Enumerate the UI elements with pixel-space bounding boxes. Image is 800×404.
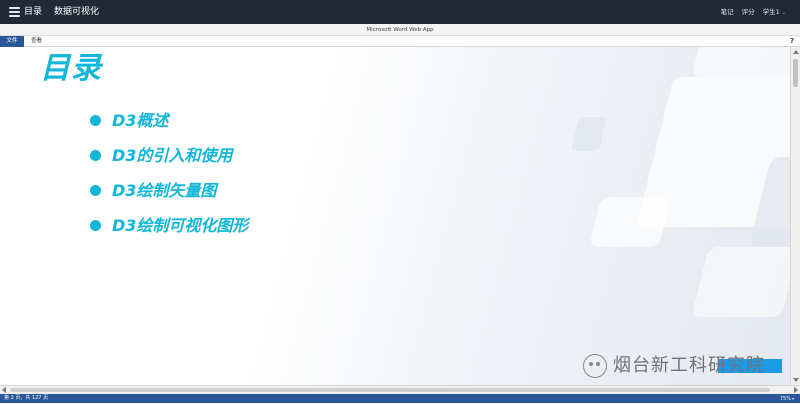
bullet-dot-icon bbox=[90, 115, 101, 126]
toc-item-label: D3绘制可视化图形 bbox=[112, 215, 249, 235]
top-navigation-bar: 目录 数据可视化 笔记 评分 学生1 ⌄ bbox=[0, 0, 800, 24]
page-indicator: 第 2 页，共 127 页 bbox=[4, 395, 49, 401]
slide-title: 目录 bbox=[40, 51, 102, 86]
top-right-nav: 笔记 评分 学生1 ⌄ bbox=[721, 5, 786, 20]
user-name: 学生1 bbox=[762, 8, 780, 16]
user-menu[interactable]: 学生1 ⌄ bbox=[763, 5, 786, 20]
tab-view[interactable]: 查看 bbox=[31, 36, 42, 47]
toc-link[interactable]: 目录 bbox=[24, 5, 42, 19]
scroll-down-icon[interactable] bbox=[793, 378, 799, 382]
slide-page: 目录 D3概述 D3的引入和使用 D3绘制矢量图 D3绘制可视化图形 烟台新工科… bbox=[0, 47, 790, 385]
bullet-dot-icon bbox=[90, 150, 101, 161]
menu-icon[interactable] bbox=[9, 7, 20, 17]
toc-item-label: D3绘制矢量图 bbox=[112, 180, 217, 200]
horizontal-scrollbar[interactable] bbox=[0, 385, 800, 394]
bullet-dot-icon bbox=[90, 185, 101, 196]
background-shape bbox=[691, 247, 790, 317]
toc-item-label: D3概述 bbox=[112, 110, 169, 130]
background-shape bbox=[691, 47, 790, 77]
help-icon[interactable]: ? bbox=[790, 36, 794, 47]
scroll-left-icon[interactable] bbox=[2, 387, 6, 393]
background-shape bbox=[588, 197, 672, 247]
chevron-down-icon: ⌄ bbox=[781, 10, 786, 16]
toc-item: D3的引入和使用 bbox=[90, 138, 248, 173]
scroll-up-icon[interactable] bbox=[793, 50, 799, 54]
scroll-thumb[interactable] bbox=[793, 59, 798, 87]
toc-item: D3绘制矢量图 bbox=[90, 173, 248, 208]
notes-link[interactable]: 笔记 bbox=[721, 5, 734, 20]
watermark-text: 烟台新工科研究院 bbox=[613, 355, 765, 376]
review-link[interactable]: 评分 bbox=[742, 5, 755, 20]
toc-item: D3概述 bbox=[90, 103, 248, 138]
app-title-bar: Microsoft Word Web App bbox=[0, 24, 800, 36]
ribbon-tabs: 文件 查看 ? bbox=[0, 36, 800, 47]
scroll-thumb-horizontal[interactable] bbox=[10, 388, 770, 392]
status-bar: 第 2 页，共 127 页 75%▾ bbox=[0, 394, 800, 403]
toc-item-label: D3的引入和使用 bbox=[112, 145, 233, 165]
scroll-right-icon[interactable] bbox=[794, 387, 798, 393]
toc-item: D3绘制可视化图形 bbox=[90, 208, 248, 243]
background-shape bbox=[570, 117, 608, 151]
course-title: 数据可视化 bbox=[54, 7, 100, 17]
watermark: 烟台新工科研究院 bbox=[583, 354, 765, 378]
chevron-down-icon: ▾ bbox=[791, 396, 794, 401]
app-title: Microsoft Word Web App bbox=[366, 27, 434, 33]
document-viewport: 目录 D3概述 D3的引入和使用 D3绘制矢量图 D3绘制可视化图形 烟台新工科… bbox=[0, 47, 800, 385]
bullet-dot-icon bbox=[90, 220, 101, 231]
tab-file[interactable]: 文件 bbox=[0, 36, 24, 47]
wechat-icon bbox=[583, 354, 607, 378]
toc-list: D3概述 D3的引入和使用 D3绘制矢量图 D3绘制可视化图形 bbox=[90, 103, 248, 243]
vertical-scrollbar[interactable] bbox=[790, 47, 800, 385]
zoom-level: 75% bbox=[779, 396, 791, 402]
